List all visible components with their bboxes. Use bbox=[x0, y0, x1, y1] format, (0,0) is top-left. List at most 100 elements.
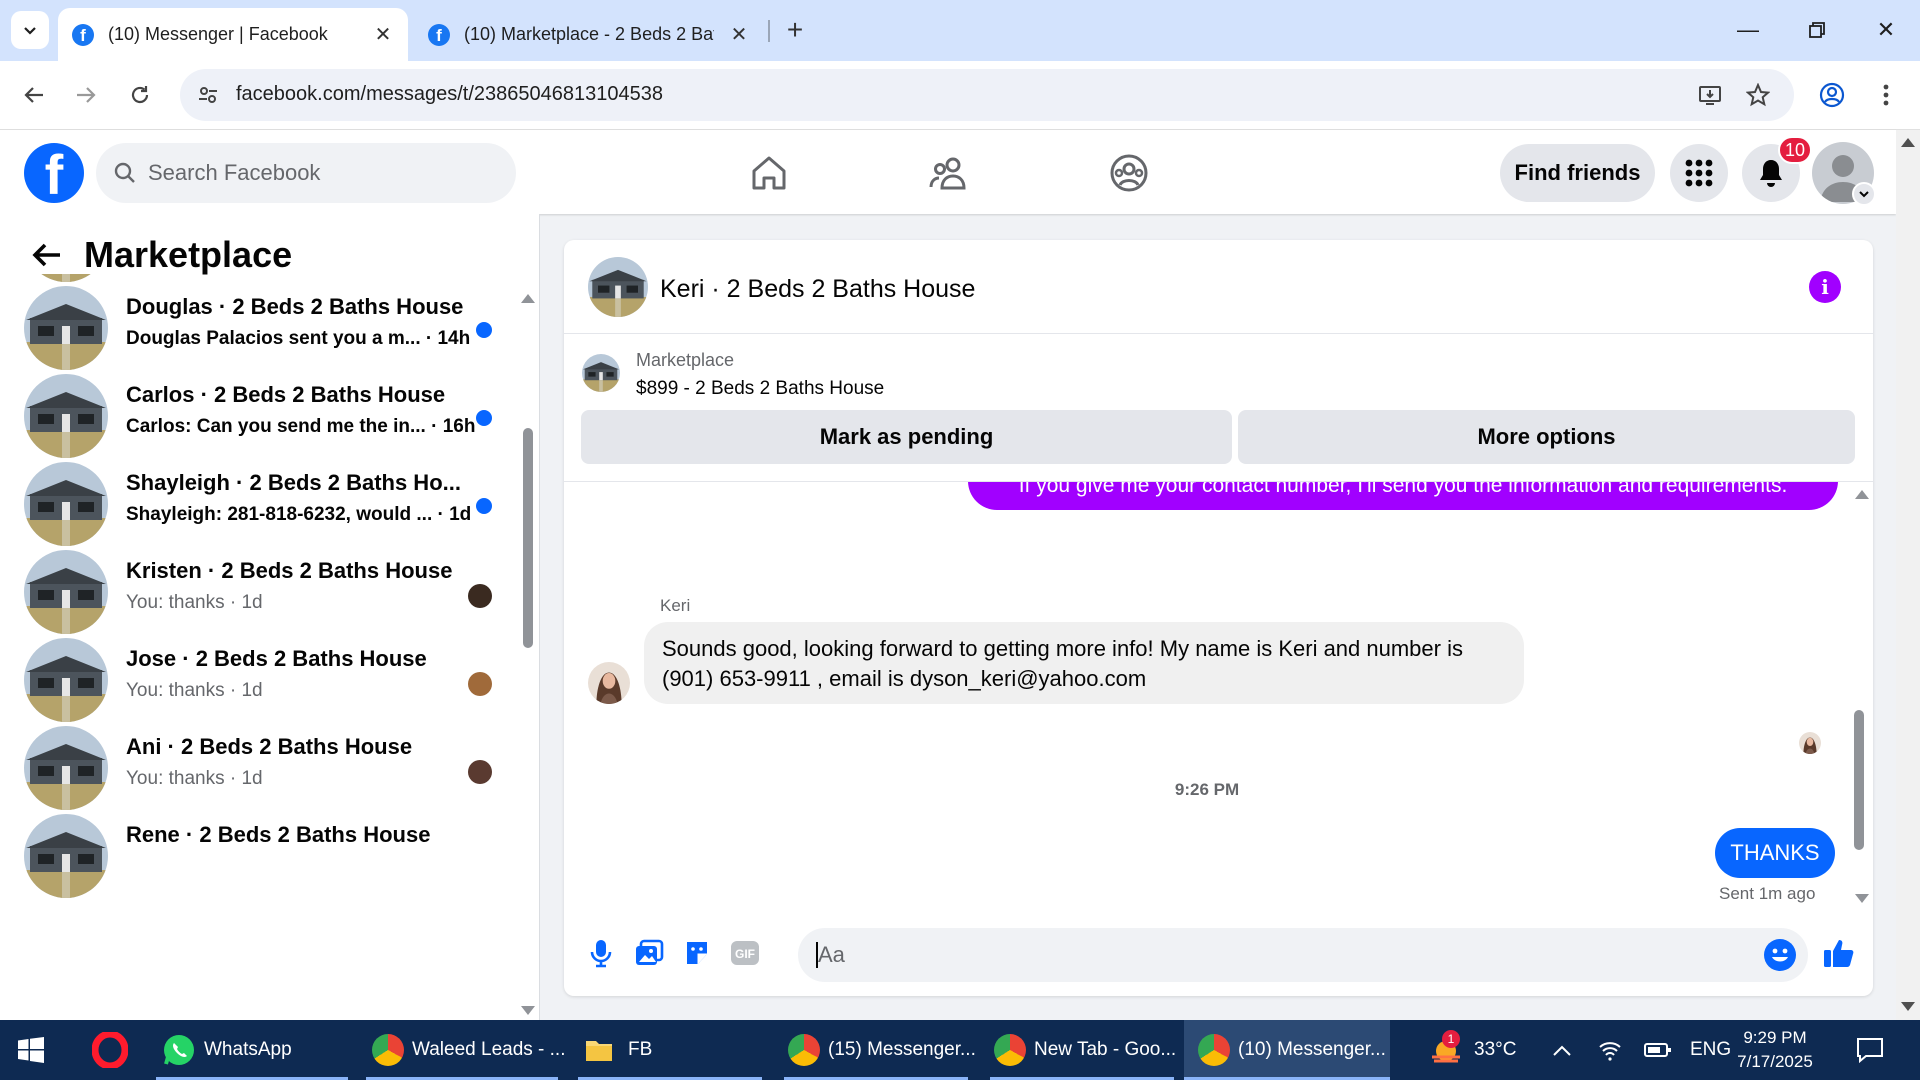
seen-receipt-avatar bbox=[468, 584, 492, 608]
listing-title[interactable]: $899 - 2 Beds 2 Baths House bbox=[636, 378, 884, 400]
scroll-up-arrow-icon[interactable] bbox=[1855, 490, 1869, 499]
gif-icon[interactable]: GIF bbox=[728, 936, 762, 970]
taskbar-whatsapp[interactable]: WhatsApp bbox=[156, 1020, 348, 1080]
back-button[interactable] bbox=[30, 238, 64, 272]
microphone-icon[interactable] bbox=[584, 936, 618, 970]
opera-icon bbox=[92, 1032, 128, 1068]
find-friends-button[interactable]: Find friends bbox=[1500, 144, 1655, 202]
listing-small-thumbnail[interactable] bbox=[582, 354, 620, 392]
chat-title[interactable]: Keri · 2 Beds 2 Baths House bbox=[660, 275, 975, 304]
system-clock[interactable]: 9:29 PM 7/17/2025 bbox=[1720, 1026, 1830, 1074]
scroll-up-arrow-icon[interactable] bbox=[1901, 138, 1915, 147]
show-hidden-icons-button[interactable] bbox=[1552, 1020, 1572, 1080]
battery-icon[interactable] bbox=[1644, 1020, 1672, 1080]
like-thumb-icon[interactable] bbox=[1820, 936, 1858, 970]
clock-time: 9:29 PM bbox=[1743, 1028, 1807, 1047]
menu-button[interactable] bbox=[1670, 144, 1728, 202]
conversation-list-panel: Marketplace Alejandra Garay sent you a m… bbox=[0, 214, 540, 1020]
chat-scroll-thumb[interactable] bbox=[1854, 710, 1864, 850]
close-window-button[interactable]: ✕ bbox=[1866, 12, 1906, 48]
weather-widget[interactable]: 33°C bbox=[1428, 1020, 1516, 1080]
browser-tab-marketplace[interactable]: f (10) Marketplace - 2 Beds 2 Bat ✕ bbox=[414, 8, 764, 61]
windows-taskbar: WhatsApp Waleed Leads - ... FB (15) Mess… bbox=[0, 1020, 1920, 1080]
photo-icon[interactable] bbox=[632, 936, 666, 970]
grid-menu-icon bbox=[1685, 159, 1713, 187]
taskbar-label: WhatsApp bbox=[204, 1039, 292, 1060]
facebook-favicon-icon: f bbox=[428, 23, 450, 46]
groups-nav-button[interactable] bbox=[1106, 150, 1152, 196]
unread-dot bbox=[476, 410, 492, 426]
site-info-icon[interactable] bbox=[194, 81, 222, 109]
info-icon[interactable]: i bbox=[1809, 271, 1841, 303]
listing-thumbnail[interactable] bbox=[588, 257, 648, 317]
reload-button[interactable] bbox=[120, 75, 160, 115]
taskbar-chrome-newtab[interactable]: New Tab - Goo... bbox=[990, 1020, 1177, 1080]
more-options-button[interactable]: More options bbox=[1238, 410, 1855, 464]
start-button[interactable] bbox=[18, 1020, 44, 1080]
conversation-name: Douglas · 2 Beds 2 Baths House bbox=[126, 294, 464, 319]
conversation-scrollbar[interactable] bbox=[520, 294, 536, 1014]
restore-icon bbox=[1809, 22, 1825, 38]
account-chevron-icon[interactable] bbox=[1852, 182, 1876, 206]
address-bar[interactable]: facebook.com/messages/t/2386504681310453… bbox=[180, 69, 1794, 121]
message-composer: GIF Aa bbox=[564, 912, 1873, 996]
back-button[interactable] bbox=[14, 75, 54, 115]
windows-logo-icon bbox=[18, 1037, 44, 1063]
tab-search-button[interactable] bbox=[11, 11, 49, 49]
conversation-preview: You: thanks · 1d bbox=[126, 592, 263, 613]
taskbar-label: New Tab - Goo... bbox=[1034, 1039, 1177, 1060]
scroll-down-arrow-icon[interactable] bbox=[1855, 894, 1869, 903]
taskbar-chrome-waleed[interactable]: Waleed Leads - ... bbox=[366, 1020, 565, 1080]
message-placeholder: Aa bbox=[818, 942, 845, 967]
forward-button[interactable] bbox=[66, 75, 106, 115]
sticker-icon[interactable] bbox=[680, 936, 714, 970]
close-tab-icon[interactable]: ✕ bbox=[372, 22, 394, 47]
notification-count-badge: 10 bbox=[1778, 136, 1812, 164]
close-tab-icon[interactable]: ✕ bbox=[728, 22, 750, 47]
browser-tab-messenger[interactable]: f (10) Messenger | Facebook ✕ bbox=[58, 8, 408, 61]
conversation-item[interactable]: Rene · 2 Beds 2 Baths House bbox=[24, 802, 504, 898]
arrow-left-icon bbox=[32, 243, 60, 267]
url-text[interactable]: facebook.com/messages/t/2386504681310453… bbox=[236, 83, 663, 106]
conversation-name: Ani · 2 Beds 2 Baths House bbox=[126, 734, 413, 759]
network-icon[interactable] bbox=[1598, 1020, 1622, 1080]
conversation-scroll-thumb[interactable] bbox=[523, 428, 533, 648]
conversation-item[interactable]: Jose · 2 Beds 2 Baths House You: thanks ·… bbox=[24, 626, 504, 722]
facebook-header: f Search Facebook Find friends 10 bbox=[0, 130, 1896, 214]
notification-center-button[interactable] bbox=[1856, 1020, 1884, 1080]
minimize-button[interactable]: — bbox=[1728, 12, 1768, 48]
taskbar-explorer-fb[interactable]: FB bbox=[578, 1020, 762, 1080]
profile-button[interactable] bbox=[1812, 75, 1852, 115]
browser-menu-button[interactable] bbox=[1866, 75, 1906, 115]
conversation-item[interactable]: Carlos · 2 Beds 2 Baths House Carlos: Can… bbox=[24, 362, 504, 458]
conversation-item[interactable]: Shayleigh · 2 Beds 2 Baths Ho... Shayleig… bbox=[24, 450, 504, 546]
new-tab-button[interactable]: + bbox=[780, 14, 810, 46]
emoji-icon[interactable] bbox=[1764, 939, 1796, 971]
conversation-item[interactable]: Ani · 2 Beds 2 Baths House You: thanks · … bbox=[24, 714, 504, 810]
facebook-logo[interactable]: f bbox=[24, 143, 84, 203]
restore-button[interactable] bbox=[1797, 12, 1837, 48]
outgoing-message: THANKS bbox=[1715, 828, 1835, 878]
message-input[interactable]: Aa bbox=[798, 928, 1808, 982]
install-app-icon[interactable] bbox=[1696, 81, 1724, 109]
bookmark-star-icon[interactable] bbox=[1744, 81, 1772, 109]
taskbar-chrome-messenger-15[interactable]: (15) Messenger... bbox=[784, 1020, 976, 1080]
conversation-preview: You: thanks · 1d bbox=[126, 680, 263, 701]
home-nav-button[interactable] bbox=[746, 150, 792, 196]
sender-avatar[interactable] bbox=[588, 662, 630, 704]
conversation-name: Carlos · 2 Beds 2 Baths House bbox=[126, 382, 446, 407]
page-scrollbar[interactable] bbox=[1896, 130, 1920, 1020]
scroll-down-arrow-icon[interactable] bbox=[521, 1006, 535, 1015]
conversation-item[interactable]: Kristen · 2 Beds 2 Baths House You: thank… bbox=[24, 538, 504, 634]
conversation-name: Shayleigh · 2 Beds 2 Baths Ho... bbox=[126, 470, 461, 495]
conversation-item[interactable]: Douglas · 2 Beds 2 Baths House Douglas Pa… bbox=[24, 274, 504, 370]
opera-taskbar-icon[interactable] bbox=[92, 1020, 128, 1080]
friends-nav-button[interactable] bbox=[926, 150, 972, 196]
listing-thumbnail bbox=[24, 286, 108, 370]
listing-thumbnail bbox=[24, 726, 108, 810]
scroll-up-arrow-icon[interactable] bbox=[521, 294, 535, 303]
taskbar-chrome-messenger-10[interactable]: (10) Messenger... bbox=[1184, 1020, 1390, 1080]
search-input[interactable]: Search Facebook bbox=[96, 143, 516, 203]
scroll-down-arrow-icon[interactable] bbox=[1901, 1002, 1915, 1011]
mark-as-pending-button[interactable]: Mark as pending bbox=[581, 410, 1232, 464]
